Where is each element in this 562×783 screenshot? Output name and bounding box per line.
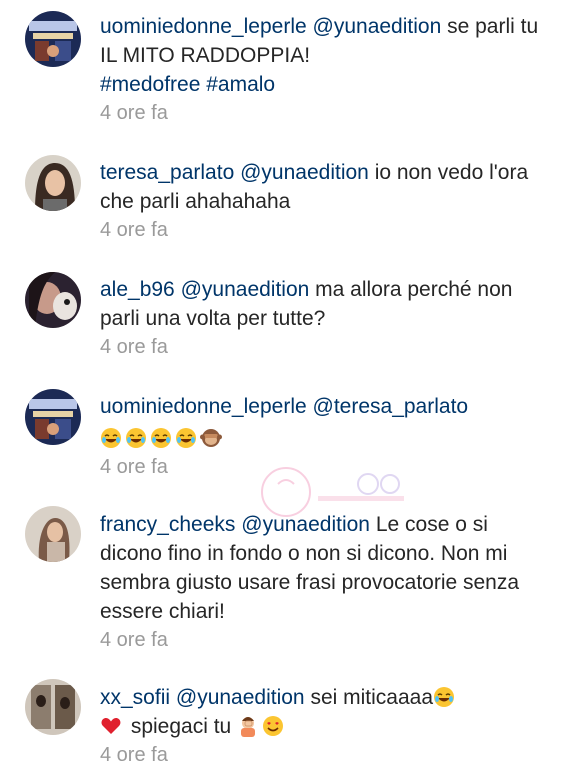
avatar[interactable] bbox=[25, 506, 81, 562]
comment-timestamp: 4 ore fa bbox=[100, 336, 168, 358]
face-with-tears-of-joy-icon bbox=[125, 427, 147, 449]
comment-timestamp: 4 ore fa bbox=[100, 629, 168, 651]
comment-mention[interactable]: @yunaedition bbox=[313, 15, 442, 38]
comment-mention[interactable]: @yunaedition bbox=[181, 278, 310, 301]
avatar[interactable] bbox=[25, 389, 81, 445]
person-facepalming-icon bbox=[237, 715, 259, 737]
emoji-row bbox=[100, 424, 540, 453]
comment-username[interactable]: xx_sofii bbox=[100, 686, 170, 709]
comment-timestamp: 4 ore fa bbox=[100, 102, 168, 124]
red-heart-icon bbox=[100, 715, 122, 737]
comment-mention[interactable]: @teresa_parlato bbox=[313, 395, 469, 418]
comment-mention[interactable]: @yunaedition bbox=[241, 513, 370, 536]
comment-line-2: spiegaci tu bbox=[100, 712, 540, 741]
avatar[interactable] bbox=[25, 11, 81, 67]
face-with-tears-of-joy-icon bbox=[175, 427, 197, 449]
comment-timestamp: 4 ore fa bbox=[100, 744, 168, 766]
comment-mention[interactable]: @yunaedition bbox=[176, 686, 305, 709]
comment-text: xx_sofii @yunaedition sei miticaaaa spie… bbox=[100, 683, 540, 770]
comment-hashtags[interactable]: #medofree #amalo bbox=[100, 70, 540, 99]
comment-text: ale_b96 @yunaedition ma allora perché no… bbox=[100, 275, 540, 362]
avatar[interactable] bbox=[25, 272, 81, 328]
comment-text: teresa_parlato @yunaedition io non vedo … bbox=[100, 158, 540, 245]
comment-text: uominiedonne_leperle @yunaedition se par… bbox=[100, 12, 540, 128]
face-with-tears-of-joy-icon bbox=[100, 427, 122, 449]
comment-username[interactable]: francy_cheeks bbox=[100, 513, 235, 536]
comment-username[interactable]: ale_b96 bbox=[100, 278, 175, 301]
face-with-tears-of-joy-icon bbox=[433, 686, 455, 708]
comment-message-2: spiegaci tu bbox=[125, 715, 238, 738]
comment-mention[interactable]: @yunaedition bbox=[240, 161, 369, 184]
comment-username[interactable]: uominiedonne_leperle bbox=[100, 15, 307, 38]
comment-text: francy_cheeks @yunaedition Le cose o si … bbox=[100, 510, 540, 655]
avatar[interactable] bbox=[25, 155, 81, 211]
comment-timestamp: 4 ore fa bbox=[100, 219, 168, 241]
see-no-evil-monkey-icon bbox=[200, 427, 222, 449]
comment-username[interactable]: uominiedonne_leperle bbox=[100, 395, 307, 418]
comment-message: sei miticaaaa bbox=[304, 686, 434, 709]
face-with-tears-of-joy-icon bbox=[150, 427, 172, 449]
avatar[interactable] bbox=[25, 679, 81, 735]
smiling-face-with-heart-eyes-icon bbox=[262, 715, 284, 737]
comment-username[interactable]: teresa_parlato bbox=[100, 161, 234, 184]
